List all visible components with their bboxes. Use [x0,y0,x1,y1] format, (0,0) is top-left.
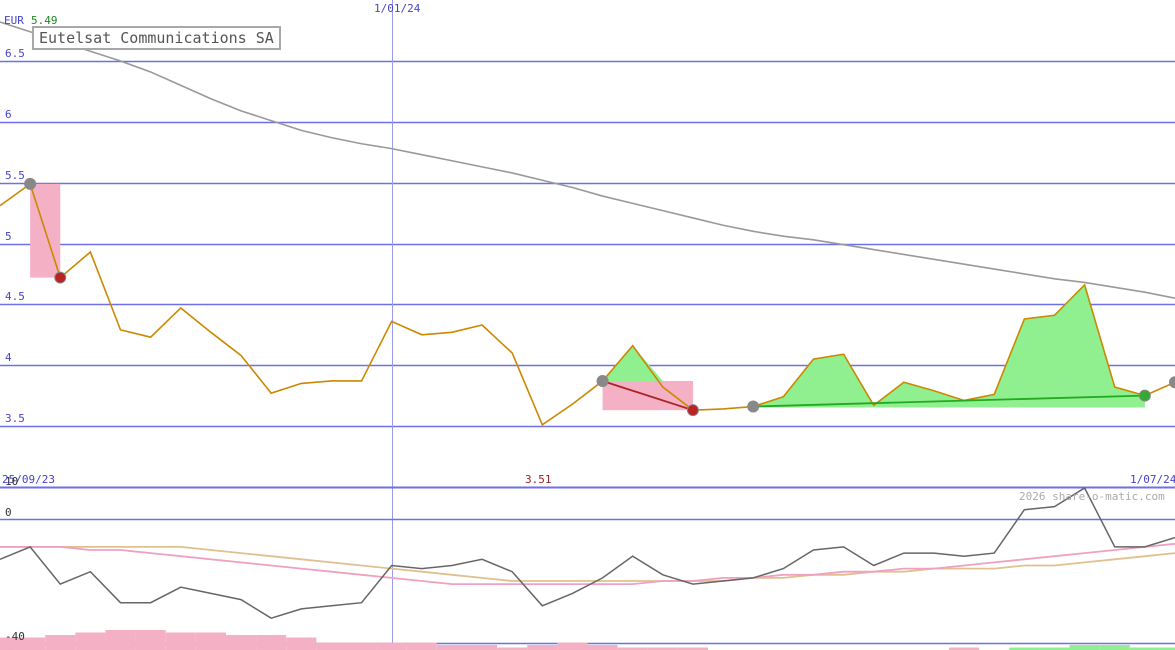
osc-tick-label: 10 [5,474,19,488]
last-price-label: 5.49 [31,14,58,27]
signal-tan-line [0,546,1175,582]
histogram-bar [256,635,287,650]
oscillator-line [0,486,1175,620]
x-tick-label: 1/01/24 [374,2,421,15]
currency-label: EUR [4,14,24,27]
y-tick-label: 4.5 [5,289,25,303]
buy-point [1138,389,1151,402]
histogram-bar [436,645,467,650]
histogram-bar [1099,645,1130,650]
histogram-bar [105,630,136,650]
signal-pink-line [0,542,1175,585]
grid-lines [0,0,1175,650]
signal-start-point [596,374,609,387]
histogram-bar [135,630,166,650]
signal-start-point [24,177,37,190]
signal-start-point [747,400,760,413]
legend-title: Eutelsat Communications SA [32,26,281,50]
histogram-bar [587,645,618,650]
x-tick-label: 1/07/24 [1130,473,1175,486]
min-price-label: 3.51 [525,473,552,486]
signal-start-point [1169,376,1175,389]
y-tick-label: 5.5 [5,168,25,182]
histogram-bar [376,642,407,650]
price-chart [0,0,1175,650]
histogram-bar [286,637,317,650]
histogram-bar [316,642,347,650]
histogram-bar [1069,645,1100,650]
histogram-bar [527,645,558,650]
histogram-bar [75,632,106,650]
y-tick-label: 6 [5,107,12,121]
sell-point [686,404,699,417]
y-tick-label: 3.5 [5,411,25,425]
histogram-bar [225,635,257,650]
histogram-bar [346,642,377,650]
y-tick-label: 4 [5,350,12,364]
histogram-bar [165,632,196,650]
y-tick-label: 6.5 [5,46,25,60]
signal-fills [0,183,1175,650]
sell-point [54,271,67,284]
osc-tick-label: 0 [5,505,12,519]
y-tick-label: 5 [5,229,12,243]
histogram-bar [406,642,437,650]
histogram-bar [195,632,226,650]
histogram-bar [466,645,498,650]
gain-area [753,284,1145,408]
histogram-bar [45,635,76,650]
histogram-bar [557,642,588,650]
copyright-label: 2026 share-o-matic.com [1019,490,1165,503]
moving-average-line [0,21,1175,300]
osc-tick-label: -40 [5,629,25,643]
series-lines [0,21,1175,620]
